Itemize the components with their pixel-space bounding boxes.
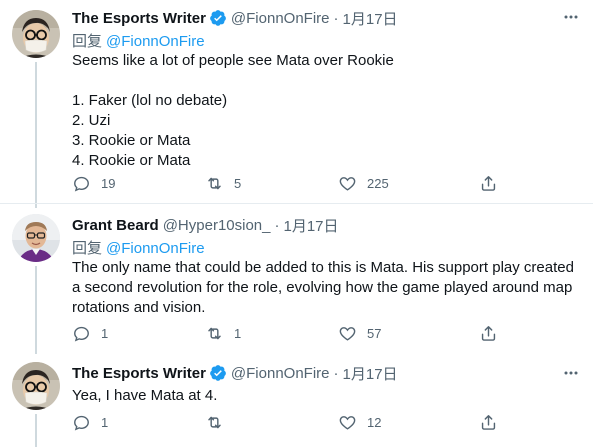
reply-button[interactable]: 19 xyxy=(72,174,115,193)
display-name[interactable]: The Esports Writer xyxy=(72,10,206,27)
handle[interactable]: @FionnOnFire xyxy=(231,365,330,382)
tweet[interactable]: The Esports Writer @FionnOnFire · 1月17日 … xyxy=(0,354,593,447)
verified-badge-icon xyxy=(209,9,227,27)
tweet-line: 1. Faker (lol no debate) xyxy=(72,92,228,109)
tweet-actions: 19 5 225 xyxy=(72,174,502,196)
reply-icon xyxy=(74,326,89,342)
tweet-text: The only name that could be added to thi… xyxy=(72,258,577,318)
tweet[interactable]: Grant Beard @Hyper10sion_ · 1月17日 回复 @Fio… xyxy=(0,204,593,354)
like-icon xyxy=(339,177,356,191)
retweet-button[interactable]: 5 xyxy=(205,174,241,193)
reply-prefix: 回复 xyxy=(72,240,103,257)
tweet-line: 2. Uzi xyxy=(72,112,111,129)
replying-to: 回复 @FionnOnFire xyxy=(72,237,205,258)
tweet-text: Seems like a lot of people see Mata over… xyxy=(72,51,577,171)
like-button[interactable]: 12 xyxy=(338,413,381,432)
display-name[interactable]: Grant Beard xyxy=(72,217,159,234)
tweet-line xyxy=(72,71,577,91)
thread-line xyxy=(35,266,37,354)
like-count: 225 xyxy=(367,176,389,191)
reply-icon xyxy=(74,415,89,431)
like-icon xyxy=(339,416,356,430)
tweet-actions: 1 12 xyxy=(72,413,502,435)
like-button[interactable]: 225 xyxy=(338,174,389,193)
reply-count: 1 xyxy=(101,326,109,341)
handle[interactable]: @FionnOnFire xyxy=(231,10,330,27)
tweet-header: The Esports Writer @FionnOnFire · 1月17日 xyxy=(72,7,398,29)
like-icon xyxy=(339,327,356,341)
reply-count: 19 xyxy=(101,176,116,191)
tweet-header: Grant Beard @Hyper10sion_ · 1月17日 xyxy=(72,214,339,236)
share-icon xyxy=(481,326,496,341)
reply-mention-link[interactable]: @FionnOnFire xyxy=(106,33,205,50)
like-count: 12 xyxy=(367,415,382,430)
reply-count: 1 xyxy=(101,415,109,430)
share-icon xyxy=(481,415,496,430)
retweet-icon xyxy=(208,177,221,190)
more-icon[interactable] xyxy=(563,9,579,25)
avatar[interactable] xyxy=(12,362,60,410)
reply-button[interactable]: 1 xyxy=(72,324,108,343)
tweet-line: a second revolution for the role, evolvi… xyxy=(72,279,573,296)
reply-mention-link[interactable]: @FionnOnFire xyxy=(106,240,205,257)
timestamp[interactable]: 1月17日 xyxy=(284,215,339,236)
verified-badge-icon xyxy=(209,364,227,382)
reply-button[interactable]: 1 xyxy=(72,413,108,432)
tweet-line: Yea, I have Mata at 4. xyxy=(72,387,218,404)
timestamp[interactable]: 1月17日 xyxy=(343,8,398,29)
share-button[interactable] xyxy=(479,413,498,432)
share-button[interactable] xyxy=(479,174,498,193)
retweet-button[interactable] xyxy=(205,413,234,432)
tweet-line: rotations and vision. xyxy=(72,299,206,316)
tweet-actions: 1 1 57 xyxy=(72,324,502,346)
retweet-count: 5 xyxy=(234,176,242,191)
retweet-count: 1 xyxy=(234,326,242,341)
avatar[interactable] xyxy=(12,214,60,262)
handle[interactable]: @Hyper10sion_ xyxy=(163,217,271,234)
avatar[interactable] xyxy=(12,10,60,58)
thread-line xyxy=(35,414,37,447)
thread-line xyxy=(35,62,37,208)
tweet-line: 4. Rookie or Mata xyxy=(72,152,191,169)
share-button[interactable] xyxy=(479,324,498,343)
tweet-line: Seems like a lot of people see Mata over… xyxy=(72,52,394,69)
display-name[interactable]: The Esports Writer xyxy=(72,365,206,382)
retweet-icon xyxy=(208,416,221,429)
timestamp[interactable]: 1月17日 xyxy=(343,363,398,384)
tweet-text: Yea, I have Mata at 4. xyxy=(72,386,577,406)
more-icon[interactable] xyxy=(563,365,579,381)
retweet-button[interactable]: 1 xyxy=(205,324,241,343)
retweet-icon xyxy=(208,327,221,340)
separator-dot: · xyxy=(333,9,339,27)
share-icon xyxy=(481,176,496,191)
reply-prefix: 回复 xyxy=(72,33,103,50)
tweet-line: The only name that could be added to thi… xyxy=(72,259,574,276)
like-button[interactable]: 57 xyxy=(338,324,381,343)
separator-dot: · xyxy=(333,364,339,382)
like-count: 57 xyxy=(367,326,382,341)
separator-dot: · xyxy=(274,216,280,234)
tweet-line: 3. Rookie or Mata xyxy=(72,132,191,149)
reply-icon xyxy=(74,176,89,192)
tweet[interactable]: The Esports Writer @FionnOnFire · 1月17日 … xyxy=(0,0,593,208)
tweet-header: The Esports Writer @FionnOnFire · 1月17日 xyxy=(72,362,398,384)
replying-to: 回复 @FionnOnFire xyxy=(72,30,205,51)
